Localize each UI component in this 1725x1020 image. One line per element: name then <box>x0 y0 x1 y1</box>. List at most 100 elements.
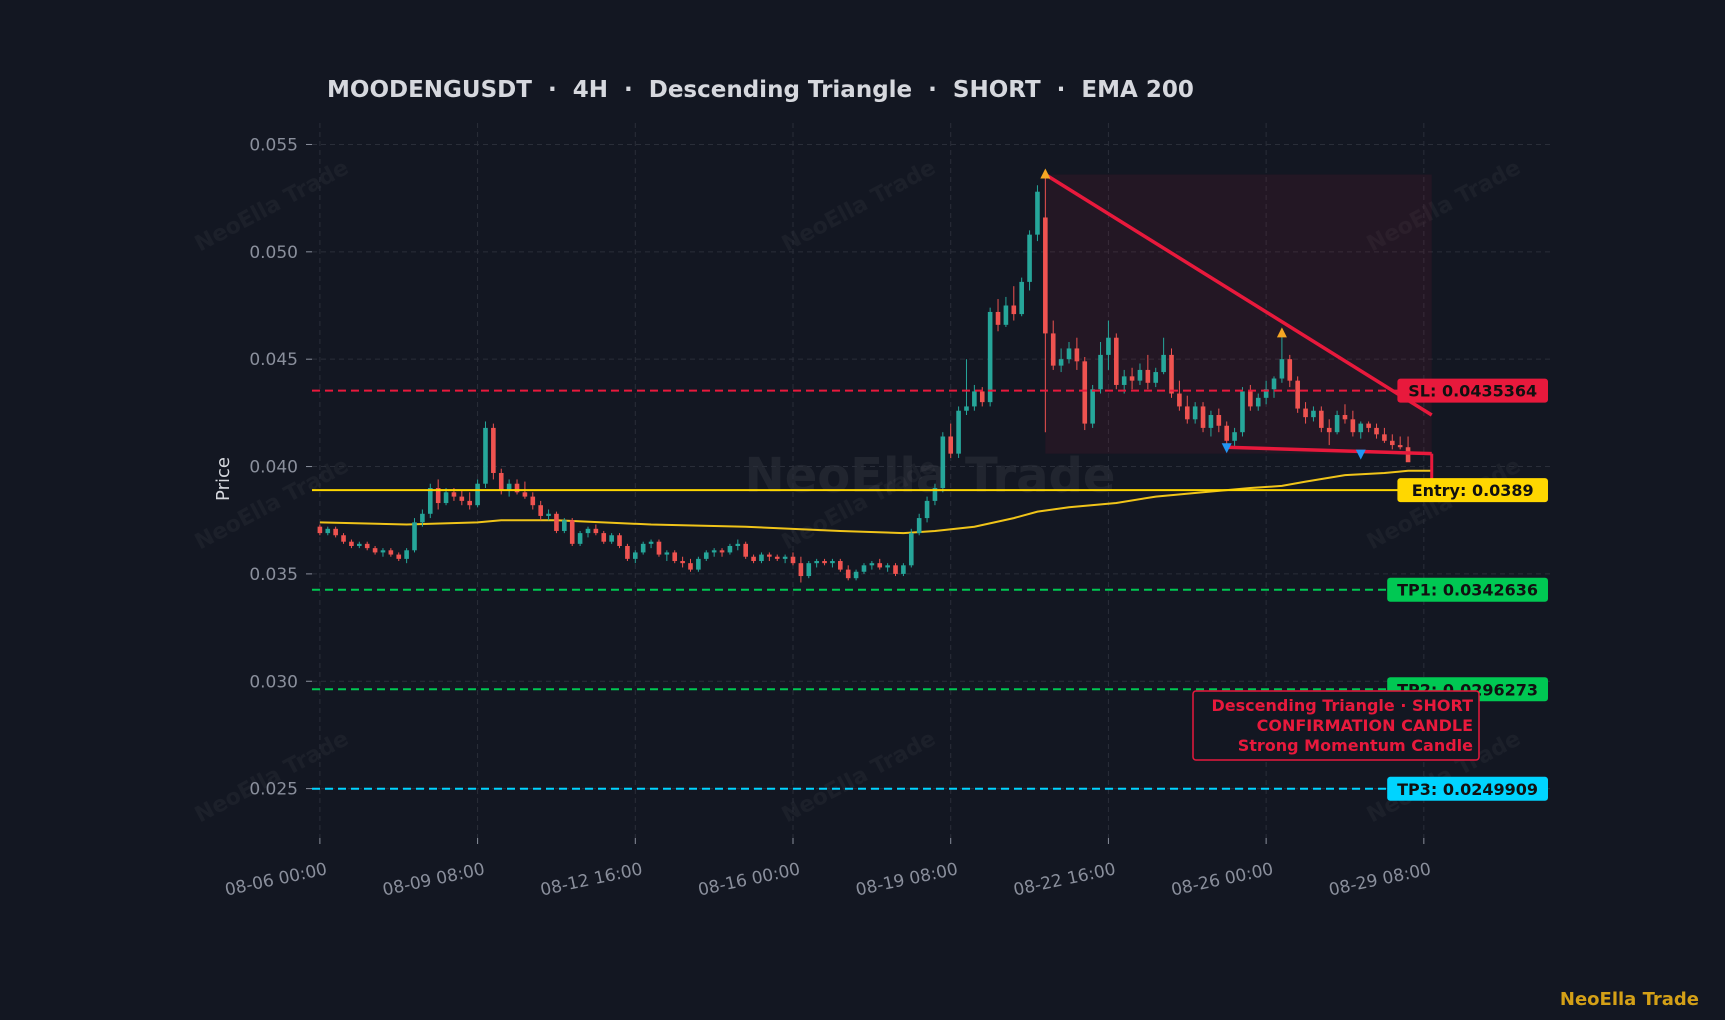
candle <box>782 554 788 564</box>
candle <box>1019 277 1024 317</box>
candle <box>1200 402 1206 433</box>
candle-body <box>404 550 409 559</box>
candle-body <box>1216 415 1222 426</box>
candle-body <box>1161 354 1166 373</box>
candle-body <box>972 391 977 407</box>
candle-body <box>1200 406 1206 428</box>
candle-body <box>822 561 827 564</box>
candle-body <box>688 563 693 570</box>
candle <box>569 518 575 546</box>
candle-body <box>1350 419 1356 433</box>
candle <box>664 550 670 562</box>
candle <box>972 384 977 411</box>
candle <box>554 511 559 534</box>
candle <box>530 492 536 510</box>
candle <box>475 479 480 508</box>
candle-body <box>751 556 756 562</box>
candle <box>1003 296 1009 327</box>
candle-body <box>759 554 764 562</box>
candle <box>349 539 354 549</box>
candle-body <box>1050 333 1056 366</box>
candle <box>672 550 678 564</box>
candle-body <box>483 427 488 484</box>
candle-body <box>1019 281 1024 315</box>
candle-body <box>1043 217 1048 334</box>
y-tick-label: 0.040 <box>249 458 298 478</box>
candle-body <box>420 513 425 523</box>
candle-body <box>790 556 796 564</box>
candle-body <box>593 528 599 534</box>
candle-body <box>1405 447 1411 463</box>
y-tick-label: 0.035 <box>249 565 298 585</box>
candle-body <box>1106 337 1111 355</box>
candle-body <box>1248 391 1253 407</box>
candle <box>404 548 409 564</box>
annotation-box: Descending Triangle · SHORTCONFIRMATION … <box>1192 690 1480 761</box>
candle <box>680 556 685 568</box>
candle <box>688 558 693 572</box>
candle-body <box>522 492 528 497</box>
candle-body <box>467 500 473 506</box>
candle-body <box>1177 393 1182 407</box>
candle-body <box>1319 410 1324 428</box>
candle-body <box>908 533 914 566</box>
candle-body <box>333 528 338 536</box>
candle-body <box>530 496 536 506</box>
candle-body <box>1058 359 1064 366</box>
candle-body <box>317 526 323 534</box>
trough-marker <box>1355 449 1366 460</box>
candle-body <box>372 548 378 553</box>
tp1-tag-label: TP1: 0.0342636 <box>1397 581 1538 600</box>
candle-body <box>1192 406 1198 420</box>
candle <box>325 526 331 536</box>
candle <box>743 541 748 559</box>
candle <box>916 513 922 536</box>
candle-body <box>979 391 985 403</box>
candle <box>711 548 717 557</box>
candle-body <box>1090 389 1095 424</box>
candle-body <box>1326 427 1332 433</box>
x-tick-label: 08-16 00:00 <box>696 859 802 900</box>
candle-body <box>569 520 575 544</box>
candle-body <box>656 541 662 555</box>
candle-body <box>672 552 678 562</box>
candle-body <box>632 552 638 559</box>
candle-body <box>1011 305 1017 315</box>
candle <box>459 490 465 506</box>
candle <box>380 548 386 557</box>
candle-body <box>719 550 725 553</box>
candle-body <box>443 492 449 504</box>
candle <box>617 533 622 549</box>
candle <box>427 483 433 519</box>
candle-body <box>664 552 670 555</box>
candle-body <box>380 550 386 553</box>
candle-body <box>364 543 370 549</box>
candle-body <box>1121 376 1127 385</box>
candle-body <box>1382 434 1387 441</box>
candle-body <box>427 488 433 514</box>
candle-body <box>838 561 843 570</box>
y-tick-label: 0.055 <box>249 135 298 155</box>
annotation-line: Strong Momentum Candle <box>1238 736 1473 755</box>
y-tick-label: 0.050 <box>249 243 298 263</box>
triangle-zone <box>1045 174 1432 454</box>
x-tick-label: 08-22 16:00 <box>1012 859 1118 900</box>
watermark-center-text: NeoElla Trade <box>745 448 1116 504</box>
candle-body <box>1232 432 1237 441</box>
candle <box>774 554 780 562</box>
candle <box>1011 286 1017 321</box>
candle <box>317 524 323 536</box>
candle-body <box>877 563 883 568</box>
tp1-tag: TP1: 0.0342636 <box>1387 577 1548 602</box>
candle <box>964 359 969 416</box>
x-tick-label: 08-26 00:00 <box>1169 859 1275 900</box>
candle-body <box>901 565 906 574</box>
candle-body <box>341 535 346 542</box>
candle-body <box>1358 423 1364 433</box>
candle-body <box>964 406 969 411</box>
candle-body <box>640 543 646 553</box>
candle <box>727 543 733 555</box>
candle <box>467 492 473 510</box>
candle-body <box>845 569 851 579</box>
peak-marker <box>1040 168 1051 179</box>
